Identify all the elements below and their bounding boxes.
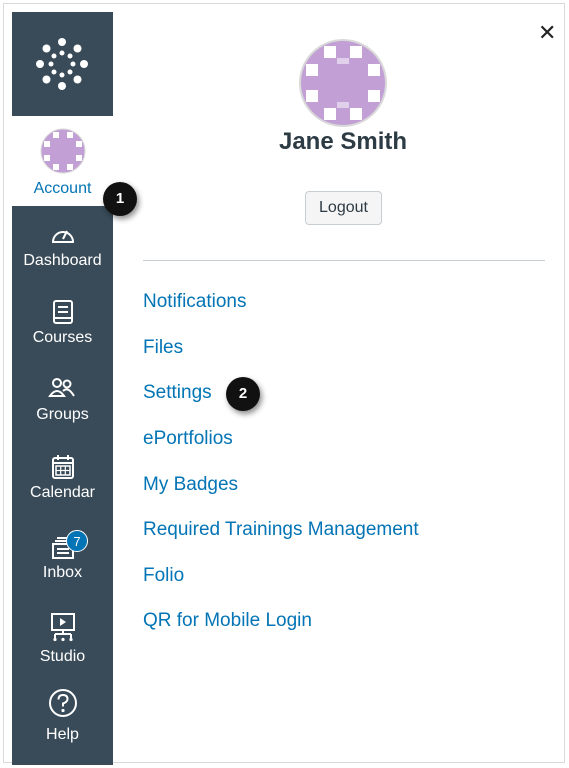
calendar-icon [52, 455, 74, 479]
nav-item-groups[interactable]: Groups [12, 376, 113, 456]
global-nav: Account Dashboard Courses Groups Calenda… [12, 12, 113, 765]
dashboard-icon [51, 230, 75, 243]
user-name: Jane Smith [278, 128, 408, 155]
account-avatar-icon [40, 128, 86, 174]
nav-item-label: Groups [36, 406, 89, 423]
nav-item-courses[interactable]: Courses [12, 299, 113, 379]
link-eportfolios[interactable]: ePortfolios [143, 428, 233, 450]
inbox-unread-badge: 7 [66, 530, 88, 552]
nav-item-label: Studio [39, 648, 86, 665]
close-icon[interactable]: ✕ [538, 22, 556, 44]
link-required-trainings-management[interactable]: Required Trainings Management [143, 519, 419, 541]
help-icon [49, 689, 77, 717]
nav-item-help[interactable]: Help [12, 688, 113, 768]
callout-1: 1 [103, 182, 137, 216]
nav-item-studio[interactable]: Studio [12, 612, 113, 692]
nav-item-label: Dashboard [23, 252, 102, 269]
link-folio[interactable]: Folio [143, 565, 184, 587]
divider [143, 260, 545, 261]
nav-item-calendar[interactable]: Calendar [12, 454, 113, 534]
link-notifications[interactable]: Notifications [143, 291, 247, 313]
groups-icon [48, 378, 75, 397]
nav-item-dashboard[interactable]: Dashboard [12, 222, 113, 302]
canvas-logo[interactable] [12, 12, 113, 117]
nav-item-label: Calendar [30, 484, 95, 501]
logout-button[interactable]: Logout [305, 191, 382, 225]
nav-item-label: Inbox [42, 564, 83, 581]
nav-item-account[interactable]: Account [12, 116, 113, 206]
user-avatar [299, 39, 387, 127]
nav-item-inbox[interactable]: 7 Inbox [12, 530, 113, 614]
nav-item-label: Courses [32, 329, 93, 346]
link-files[interactable]: Files [143, 337, 183, 359]
link-my-badges[interactable]: My Badges [143, 474, 238, 496]
courses-icon [53, 300, 73, 324]
nav-item-account-label: Account [33, 180, 92, 197]
link-settings[interactable]: Settings [143, 382, 212, 404]
studio-icon [51, 613, 75, 642]
callout-2: 2 [226, 377, 260, 411]
nav-item-label: Help [46, 726, 79, 743]
link-qr-for-mobile-login[interactable]: QR for Mobile Login [143, 610, 312, 632]
canvas-logo-icon [36, 38, 88, 90]
